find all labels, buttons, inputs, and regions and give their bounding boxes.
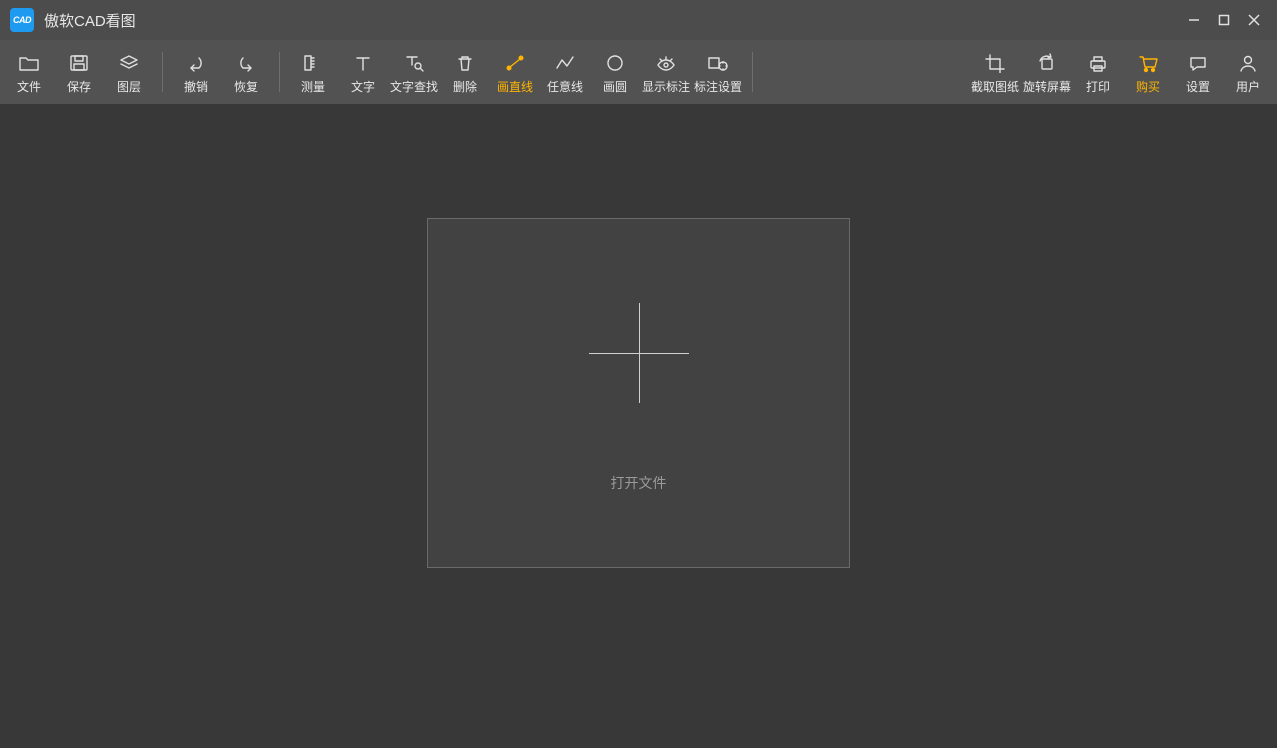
marksettings-label: 标注设置 <box>694 78 742 95</box>
user-icon <box>1237 50 1259 76</box>
redo-icon <box>235 50 257 76</box>
crop-button[interactable]: 截取图纸 <box>969 40 1021 104</box>
print-label: 打印 <box>1086 78 1110 95</box>
toolbar-separator <box>162 52 163 92</box>
polyline-icon <box>554 50 576 76</box>
cart-icon <box>1137 50 1159 76</box>
delete-label: 删除 <box>453 78 477 95</box>
toolbar: 文件 保存 图层 撤销 恢复 测量 文字文字查找删除 画直线任意线 画圆显示标注标注设置 截取图纸… <box>0 40 1277 104</box>
rotate-button[interactable]: 旋转屏幕 <box>1021 40 1073 104</box>
crop-label: 截取图纸 <box>971 78 1019 95</box>
polyline-label: 任意线 <box>547 78 583 95</box>
marksettings-button[interactable]: 标注设置 <box>692 40 744 104</box>
undo-icon <box>185 50 207 76</box>
redo-button[interactable]: 恢复 <box>221 40 271 104</box>
polyline-button[interactable]: 任意线 <box>540 40 590 104</box>
toolbar-separator <box>279 52 280 92</box>
app-icon: CAD <box>10 8 34 32</box>
save-button[interactable]: 保存 <box>54 40 104 104</box>
eye-icon <box>655 50 677 76</box>
undo-label: 撤销 <box>184 78 208 95</box>
line-label: 画直线 <box>497 78 533 95</box>
undo-button[interactable]: 撤销 <box>171 40 221 104</box>
showmark-label: 显示标注 <box>642 78 690 95</box>
line-button[interactable]: 画直线 <box>490 40 540 104</box>
circle-button[interactable]: 画圆 <box>590 40 640 104</box>
circle-label: 画圆 <box>603 78 627 95</box>
text-button[interactable]: 文字 <box>338 40 388 104</box>
delete-button[interactable]: 删除 <box>440 40 490 104</box>
purchase-button[interactable]: 购买 <box>1123 40 1173 104</box>
minimize-button[interactable] <box>1179 0 1209 40</box>
text-label: 文字 <box>351 78 375 95</box>
crop-icon <box>984 50 1006 76</box>
line-icon <box>504 50 526 76</box>
user-label: 用户 <box>1236 78 1260 95</box>
print-icon <box>1087 50 1109 76</box>
rotate-icon <box>1036 50 1058 76</box>
measure-button[interactable]: 测量 <box>288 40 338 104</box>
text-icon <box>352 50 374 76</box>
content-area: 打开文件 <box>0 104 1277 748</box>
save-label: 保存 <box>67 78 91 95</box>
layers-button[interactable]: 图层 <box>104 40 154 104</box>
measure-icon <box>302 50 324 76</box>
print-button[interactable]: 打印 <box>1073 40 1123 104</box>
plus-icon <box>589 303 689 403</box>
app-title: 傲软CAD看图 <box>44 10 136 31</box>
layers-icon <box>118 50 140 76</box>
open-file-box[interactable]: 打开文件 <box>427 218 850 568</box>
file-button[interactable]: 文件 <box>4 40 54 104</box>
layers-label: 图层 <box>117 78 141 95</box>
marksettings-icon <box>707 50 729 76</box>
titlebar: CAD 傲软CAD看图 <box>0 0 1277 40</box>
save-icon <box>68 50 90 76</box>
chat-icon <box>1187 50 1209 76</box>
showmark-button[interactable]: 显示标注 <box>640 40 692 104</box>
findtext-button[interactable]: 文字查找 <box>388 40 440 104</box>
findtext-icon <box>403 50 425 76</box>
trash-icon <box>454 50 476 76</box>
circle-icon <box>604 50 626 76</box>
purchase-label: 购买 <box>1136 78 1160 95</box>
folder-icon <box>18 50 40 76</box>
open-file-label: 打开文件 <box>611 473 667 493</box>
maximize-button[interactable] <box>1209 0 1239 40</box>
redo-label: 恢复 <box>234 78 258 95</box>
rotate-label: 旋转屏幕 <box>1023 78 1071 95</box>
file-label: 文件 <box>17 78 41 95</box>
measure-label: 测量 <box>301 78 325 95</box>
user-button[interactable]: 用户 <box>1223 40 1273 104</box>
chat-button[interactable]: 设置 <box>1173 40 1223 104</box>
close-button[interactable] <box>1239 0 1269 40</box>
findtext-label: 文字查找 <box>390 78 438 95</box>
chat-label: 设置 <box>1186 78 1210 95</box>
